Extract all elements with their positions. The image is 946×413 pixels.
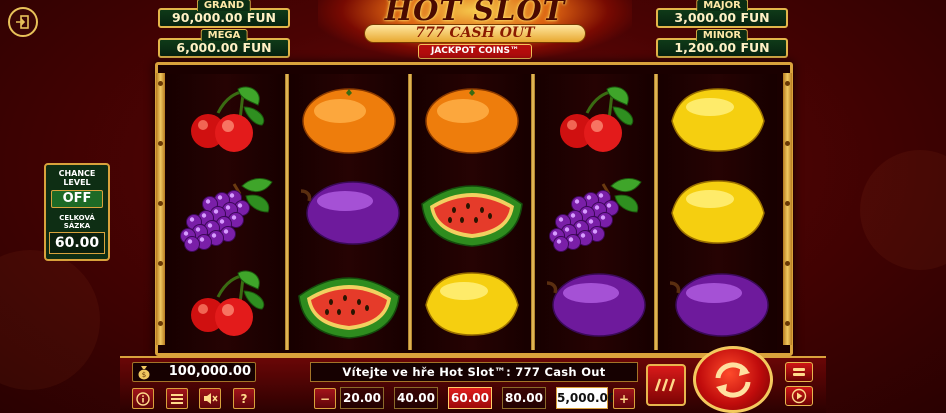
reel-3 [412,74,531,350]
chance-title-line1: CHANCE [58,169,96,178]
symbol-lemon [658,166,777,258]
bet-settings-button[interactable] [785,362,813,382]
bet-increase-button[interactable]: + [613,388,635,409]
bet-option-button[interactable]: 60.00 [448,387,492,409]
plum-icon [669,273,769,337]
background-decoration [860,150,946,270]
cherries-icon [190,270,264,336]
fast-play-icon [654,378,676,392]
logo-title: HOT SLOT [384,0,566,27]
spin-arrows-icon [715,361,751,398]
jackpot-grand-value: 90,000.00 FUN [172,10,276,25]
symbol-cherries [166,258,285,350]
bet-option-button[interactable]: 5,000.00 [556,387,616,409]
symbol-lemon [658,74,777,166]
frame-rail-left [156,73,165,345]
total-bet-label: CELKOVÁ SÁZKA [59,214,95,230]
chips-icon [793,368,805,376]
symbol-watermelon [412,166,531,258]
total-bet-value: 60.00 [49,232,105,254]
frame-rail-right [783,73,792,345]
bet-option-button[interactable]: 20.00 [340,387,384,409]
reel-2 [289,74,408,350]
info-button[interactable] [132,388,154,409]
jackpot-minor-value: 1,200.00 FUN [674,40,770,55]
symbol-lemon [412,258,531,350]
help-button[interactable]: ? [233,388,255,409]
lemon-icon [670,88,765,152]
chance-toggle[interactable]: OFF [51,190,103,208]
symbol-orange [289,74,408,166]
plum-icon [300,181,400,245]
menu-button[interactable] [166,388,188,409]
money-bag-icon: $ [138,366,150,380]
symbol-watermelon [289,258,408,350]
jackpot-mega-label: MEGA [200,29,248,41]
lemon-icon [670,180,765,244]
jackpot-grand: GRAND 90,000.00 FUN [158,0,290,28]
background-decoration [0,250,100,390]
reels-frame [155,62,793,356]
svg-text:$: $ [142,371,146,379]
symbol-plum [289,166,408,258]
autoplay-button[interactable] [646,364,686,406]
jackpot-major-value: 3,000.00 FUN [674,10,770,25]
orange-icon [424,88,519,154]
cherries-icon [559,86,633,152]
jackpot-grand-label: GRAND [196,0,252,11]
balance-value: 100,000.00 [168,364,251,379]
exit-button[interactable] [8,7,38,37]
spin-button[interactable] [693,346,773,413]
symbol-plum [535,258,654,350]
symbol-grapes [535,166,654,258]
game-logo: HOT SLOT 777 CASH OUT JACKPOT COINS™ [318,0,632,62]
watermelon-icon [420,185,523,247]
bet-option-button[interactable]: 40.00 [394,387,438,409]
autoplay-settings-button[interactable] [785,386,813,406]
logo-subtitle: 777 CASH OUT [364,24,586,43]
watermelon-icon [297,277,400,339]
play-circle-icon [791,388,807,404]
reel-1 [166,74,285,350]
message-bar: Vítejte ve hře Hot Slot™: 777 Cash Out [310,362,638,382]
grapes-icon [548,178,642,252]
sound-button[interactable] [199,388,221,409]
jackpot-major: MAJOR 3,000.00 FUN [656,0,788,28]
grapes-icon [179,178,273,252]
jackpot-minor: MINOR 1,200.00 FUN [656,29,788,58]
menu-icon [171,393,183,404]
bet-decrease-button[interactable]: − [314,388,336,409]
chance-title-line2: LEVEL [63,178,91,187]
balance-display: $ 100,000.00 [132,362,256,382]
symbol-orange [412,74,531,166]
exit-icon [16,15,29,29]
bet-option-button[interactable]: 80.00 [502,387,546,409]
cherries-icon [190,86,264,152]
symbol-cherries [166,74,285,166]
jackpot-mega-value: 6,000.00 FUN [176,40,272,55]
logo-badge: JACKPOT COINS™ [418,44,532,59]
jackpot-major-label: MAJOR [696,0,748,11]
speaker-muted-icon [203,393,218,404]
info-icon [136,391,150,406]
jackpot-mega: MEGA 6,000.00 FUN [158,29,290,58]
reel-5 [658,74,777,350]
plum-icon [546,273,646,337]
chance-level-panel[interactable]: CHANCE LEVEL OFF CELKOVÁ SÁZKA 60.00 [44,163,110,261]
jackpot-minor-label: MINOR [695,29,749,41]
symbol-grapes [166,166,285,258]
symbol-cherries [535,74,654,166]
lemon-icon [424,272,519,336]
reel-4 [535,74,654,350]
symbol-plum [658,258,777,350]
orange-icon [301,88,396,154]
